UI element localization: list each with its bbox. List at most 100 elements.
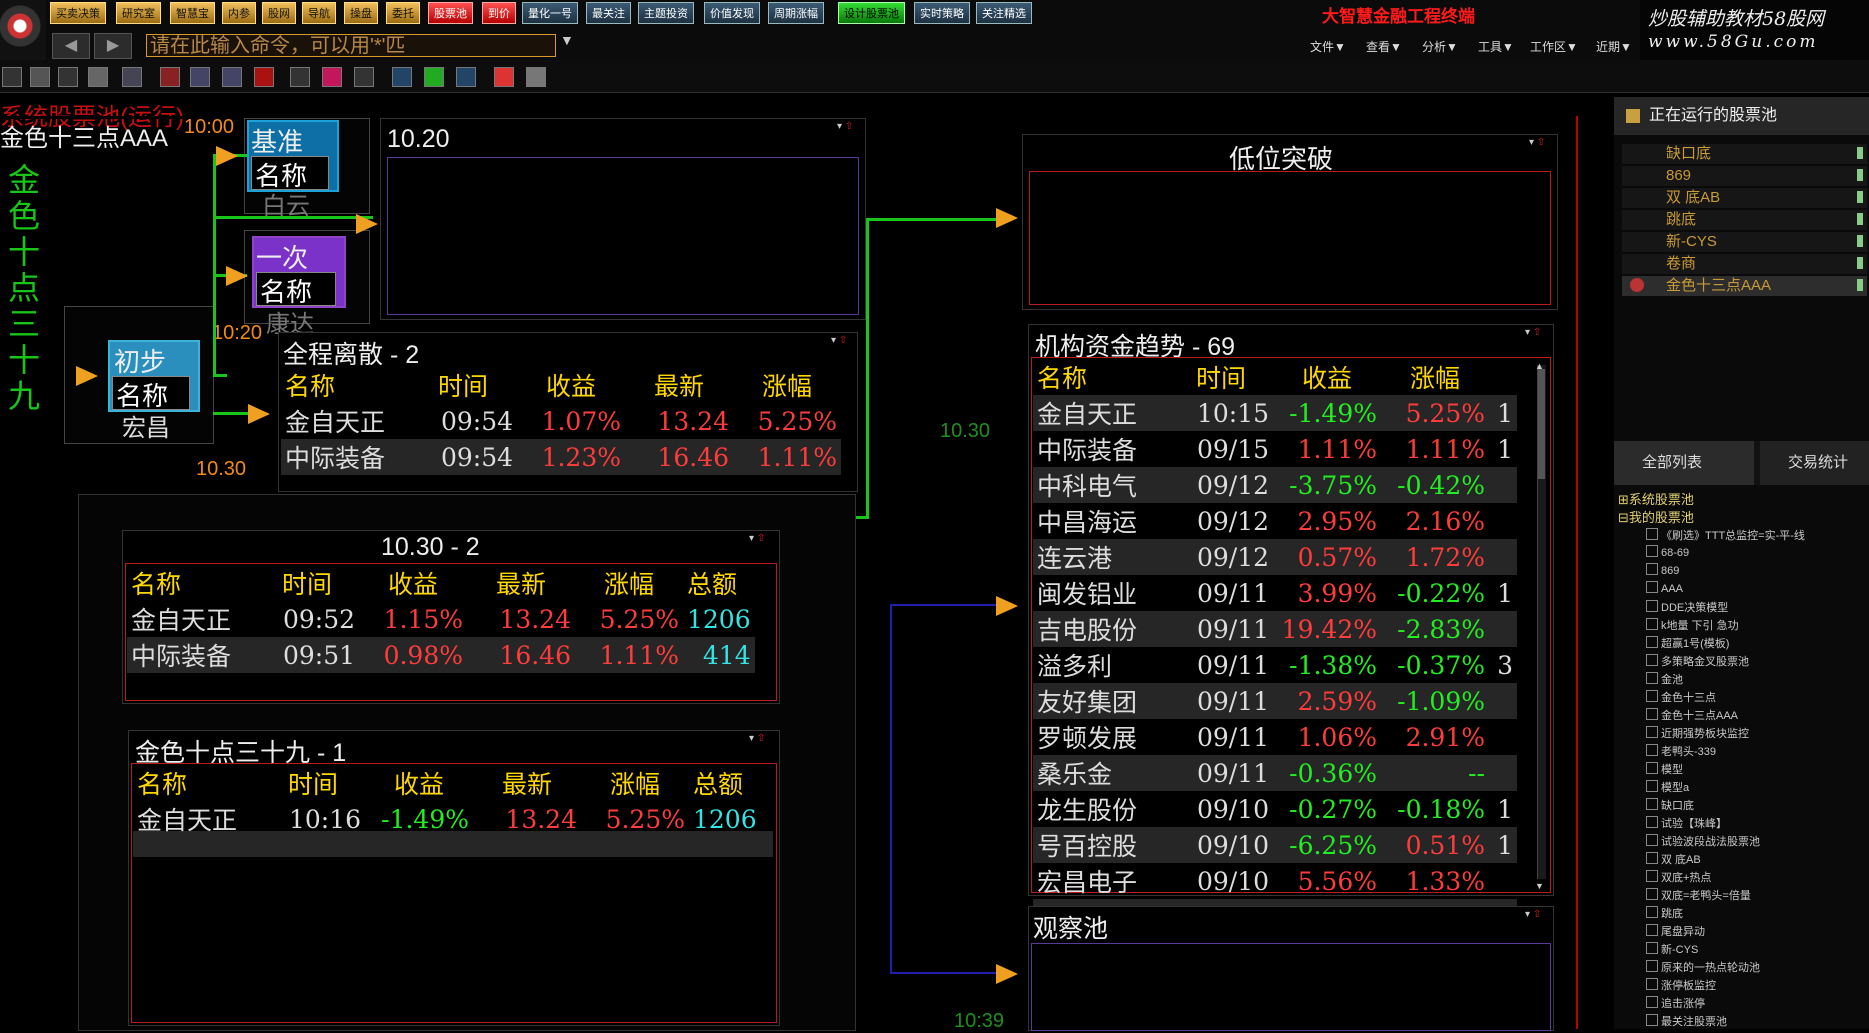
col-header[interactable]: 收益	[517, 367, 625, 403]
tree-pool-item[interactable]: 超赢1号(模板)	[1646, 635, 1729, 651]
panel-quan[interactable]: 全程离散 - 2 ▾ ⇧ 名称 时间 收益 最新 涨幅 金自天正 09:54 1…	[278, 332, 858, 492]
table-row[interactable]: 金自天正 10:16 -1.49% 13.24 5.25% 1206	[133, 801, 761, 837]
running-pool-item[interactable]: 869	[1622, 166, 1867, 186]
panel-watch[interactable]: 观察池 ▾ ⇧	[1028, 906, 1554, 1031]
table-row[interactable]: 友好集团 09/11 2.59% -1.09%	[1033, 683, 1517, 719]
tree-system-pools[interactable]: ⊞系统股票池	[1618, 489, 1694, 508]
tree-pool-item[interactable]: 模型a	[1646, 779, 1689, 795]
col-header[interactable]: 时间	[1169, 359, 1273, 395]
col-header[interactable]: 最新	[473, 765, 581, 801]
tab-all-list[interactable]: 全部列表	[1614, 441, 1754, 485]
tree-pool-item[interactable]: 双 底AB	[1646, 851, 1701, 867]
new-file-icon[interactable]	[2, 67, 22, 87]
toolbar-button-7[interactable]: 操盘	[344, 2, 378, 24]
panel-1020[interactable]: 10.20 ▾ ⇧	[380, 118, 866, 320]
panel-menu-icon[interactable]: ▾ ⇧	[837, 121, 853, 132]
toolbar-button-6[interactable]: 导航	[302, 2, 336, 24]
table-row[interactable]: 闽发铝业 09/11 3.99% -0.22% 1	[1033, 575, 1517, 611]
table-row[interactable]: 龙生股份 09/10 -0.27% -0.18% 1	[1033, 791, 1517, 827]
flag-icon[interactable]	[76, 366, 98, 386]
table-row[interactable]: 中际装备 09:54 1.23% 16.46 1.11%	[281, 439, 841, 475]
col-header[interactable]: 名称	[1033, 359, 1169, 395]
col-header[interactable]: 时间	[255, 565, 359, 601]
menu-recent[interactable]: 近期▼	[1596, 38, 1632, 55]
tree-pool-item[interactable]: 涨停板监控	[1646, 977, 1716, 993]
panel-menu-icon[interactable]: ▾ ⇧	[749, 533, 765, 544]
tree-pool-item[interactable]: 追击涨停	[1646, 995, 1705, 1011]
panel-menu-icon[interactable]: ▾ ⇧	[1525, 909, 1541, 920]
tree-pool-item[interactable]: 869	[1646, 563, 1679, 577]
tree-pool-item[interactable]: DDE决策模型	[1646, 599, 1728, 615]
table-row[interactable]: 中际装备 09/15 1.11% 1.11% 1	[1033, 431, 1517, 467]
grid-icon[interactable]	[190, 67, 210, 87]
running-pool-item[interactable]: 卷商	[1622, 254, 1867, 274]
col-header[interactable]: 涨幅	[575, 565, 683, 601]
tree-pool-item[interactable]: AAA	[1646, 581, 1683, 595]
running-pool-item[interactable]: 双 底AB	[1622, 188, 1867, 208]
col-header[interactable]: 收益	[365, 765, 473, 801]
export-icon[interactable]	[456, 67, 476, 87]
panel-menu-icon[interactable]: ▾ ⇧	[749, 733, 765, 744]
help-icon[interactable]	[88, 67, 108, 87]
tab-trade-stats[interactable]: 交易统计	[1760, 441, 1869, 485]
table-row[interactable]: 桑乐金 09/11 -0.36% --	[1033, 755, 1517, 791]
running-pool-item[interactable]: 新-CYS	[1622, 232, 1867, 252]
toolbar-button-10[interactable]: 到价	[482, 2, 516, 24]
flag-icon[interactable]	[996, 596, 1018, 616]
col-header[interactable]: 总额	[689, 765, 761, 801]
table-row[interactable]: 溢多利 09/11 -1.38% -0.37% 3	[1033, 647, 1517, 683]
flag-icon[interactable]	[248, 404, 270, 424]
col-header[interactable]: 最新	[467, 565, 575, 601]
panel-menu-icon[interactable]: ▾ ⇧	[1529, 137, 1545, 148]
tree-pool-item[interactable]: 最关注股票池	[1646, 1013, 1727, 1029]
panel-gold[interactable]: 金色十点三十九 - 1 ▾ ⇧ 名称 时间 收益 最新 涨幅 总额 金自天正 1…	[128, 730, 780, 1026]
col-header[interactable]: 收益	[359, 565, 467, 601]
tree-pool-item[interactable]: 《刷选》TTT总监控=实-平-线	[1646, 527, 1805, 543]
tree-pool-item[interactable]: 双底=老鸭头=倍量	[1646, 887, 1751, 903]
tree-my-pools[interactable]: ⊟我的股票池	[1618, 507, 1694, 526]
running-pool-item[interactable]: 跳底	[1622, 210, 1867, 230]
table-row[interactable]: 中科电气 09/12 -3.75% -0.42%	[1033, 467, 1517, 503]
node-jizhun[interactable]: 基准 名称	[247, 120, 339, 192]
pointer-icon[interactable]	[122, 67, 142, 87]
node-yici[interactable]: 一次 名称	[252, 236, 346, 308]
panel-1030[interactable]: 10.30 - 2 ▾ ⇧ 名称 时间 收益 最新 涨幅 总额 金自天正 09:…	[122, 530, 780, 704]
menu-workspace[interactable]: 工作区▼	[1530, 38, 1578, 55]
col-header[interactable]: 最新	[625, 367, 733, 403]
edit-pencil-icon[interactable]	[1857, 147, 1863, 293]
table-row[interactable]: 金自天正 09:54 1.07% 13.24 5.25%	[281, 403, 841, 439]
col-header[interactable]: 名称	[281, 367, 409, 403]
panel-institution[interactable]: 机构资金趋势 - 69 ▾ ⇧ ▲ ▼ 名称 时间 收益 涨幅 金自天正 10:1…	[1028, 324, 1554, 935]
table-row[interactable]: 金自天正 10:15 -1.49% 5.25% 1	[1033, 395, 1517, 431]
table-row[interactable]: 吉电股份 09/11 19.42% -2.83%	[1033, 611, 1517, 647]
toolbar-button-16[interactable]: 设计股票池	[838, 2, 905, 24]
toolbar-button-12[interactable]: 最关注	[586, 2, 631, 24]
tree-pool-item[interactable]: 缺口底	[1646, 797, 1694, 813]
table-row[interactable]: 连云港 09/12 0.57% 1.72%	[1033, 539, 1517, 575]
tree-pool-item[interactable]: 金色十三点	[1646, 689, 1716, 705]
menu-analysis[interactable]: 分析▼	[1422, 38, 1458, 55]
tree-pool-item[interactable]: 金色十三点AAA	[1646, 707, 1738, 723]
col-header[interactable]: 时间	[409, 367, 517, 403]
table-row[interactable]: 金自天正 09:52 1.15% 13.24 5.25% 1206	[127, 601, 755, 637]
menu-view[interactable]: 查看▼	[1366, 38, 1402, 55]
flag-icon[interactable]	[996, 964, 1018, 984]
tree-pool-item[interactable]: 金池	[1646, 671, 1683, 687]
toolbar-button-17[interactable]: 实时策略	[914, 2, 970, 24]
toolbar-button-9[interactable]: 股票池	[428, 2, 473, 24]
scroll-up-icon[interactable]: ▲	[1535, 361, 1544, 371]
toolbar-button-2[interactable]: 研究室	[116, 2, 161, 24]
database-icon[interactable]	[322, 67, 342, 87]
app-logo-icon[interactable]	[0, 0, 46, 60]
tree-pool-item[interactable]: 试验【珠峰】	[1646, 815, 1727, 831]
col-header[interactable]: 时间	[261, 765, 365, 801]
flag-icon[interactable]	[996, 208, 1018, 228]
refresh-icon[interactable]	[160, 67, 180, 87]
forward-arrow-icon[interactable]: ▶	[94, 33, 132, 59]
col-header[interactable]: 名称	[127, 565, 255, 601]
tree-pool-item[interactable]: 尾盘异动	[1646, 923, 1705, 939]
toolbar-button-11[interactable]: 量化一号	[522, 2, 578, 24]
table-row[interactable]: 宏昌电子 09/10 5.56% 1.33%	[1033, 863, 1517, 899]
flag-icon[interactable]	[356, 214, 378, 234]
menu-tools[interactable]: 工具▼	[1478, 38, 1514, 55]
